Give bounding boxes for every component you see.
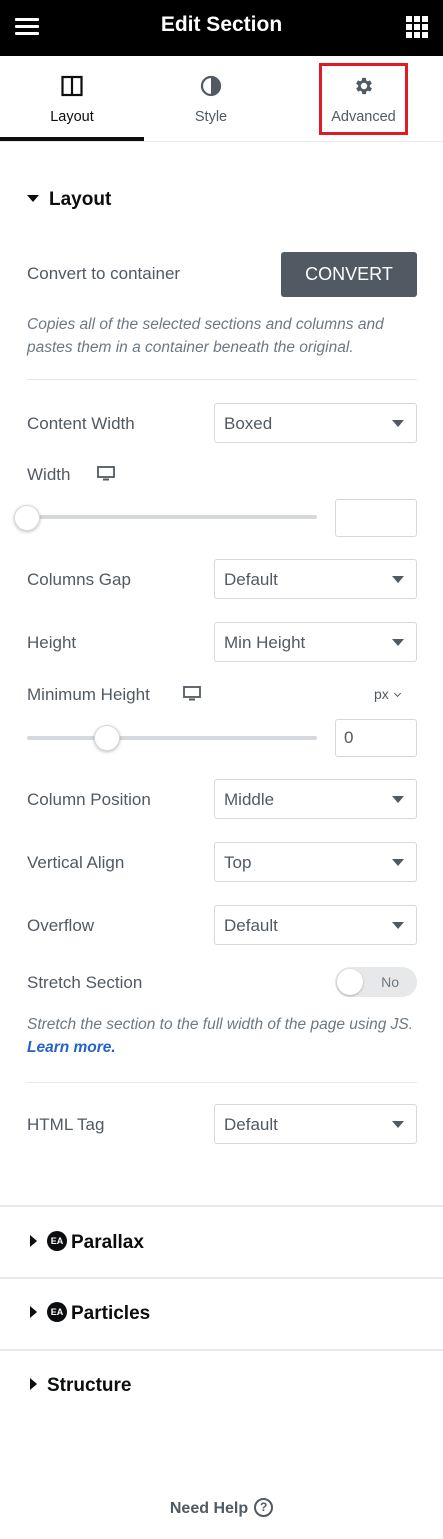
- divider: [27, 1082, 417, 1083]
- tab-style[interactable]: Style: [144, 56, 278, 142]
- section-layout-header[interactable]: Layout: [27, 189, 111, 211]
- learn-more-link[interactable]: Learn more.: [27, 1039, 116, 1056]
- ea-logo-icon: EA: [47, 1302, 67, 1323]
- width-slider-handle[interactable]: [14, 505, 40, 531]
- convert-label: Convert to container: [27, 264, 181, 283]
- stretch-section-toggle[interactable]: No: [335, 967, 417, 997]
- ea-logo-icon: EA: [47, 1231, 67, 1252]
- section-parallax-header[interactable]: EA Parallax: [27, 1231, 144, 1254]
- min-height-input[interactable]: 0: [335, 719, 417, 757]
- caret-right-icon: [30, 1306, 37, 1319]
- tab-layout[interactable]: Layout: [0, 56, 144, 142]
- need-help-link[interactable]: Need Help?: [0, 1497, 443, 1518]
- html-tag-label: HTML Tag: [27, 1115, 105, 1134]
- caret-down-icon: [27, 194, 39, 202]
- overflow-label: Overflow: [27, 916, 95, 935]
- overflow-select[interactable]: Default: [214, 905, 417, 945]
- section-structure-title: Structure: [47, 1375, 132, 1396]
- tab-layout-label: Layout: [50, 109, 94, 125]
- monitor-icon[interactable]: [97, 466, 115, 482]
- vertical-align-value: Top: [224, 853, 252, 872]
- unit-value: px: [374, 686, 389, 702]
- tab-style-label: Style: [194, 109, 228, 125]
- monitor-icon[interactable]: [183, 686, 201, 702]
- min-height-slider-track[interactable]: [27, 736, 317, 740]
- active-tab-indicator: [0, 137, 144, 141]
- height-select[interactable]: Min Height: [214, 622, 417, 662]
- toggle-knob: [337, 969, 363, 995]
- caret-right-icon: [30, 1378, 37, 1391]
- chevron-down-icon: [392, 922, 404, 929]
- height-label: Height: [27, 633, 77, 652]
- chevron-down-icon: [392, 796, 404, 803]
- columns-gap-label: Columns Gap: [27, 570, 131, 589]
- height-value: Min Height: [224, 633, 306, 652]
- section-divider: [0, 1205, 443, 1207]
- vertical-align-label: Vertical Align: [27, 853, 125, 872]
- section-divider: [0, 1277, 443, 1279]
- highlight-box: [319, 63, 408, 135]
- half-circle-icon: [200, 75, 222, 97]
- html-tag-select[interactable]: Default: [214, 1104, 417, 1144]
- stretch-section-label: Stretch Section: [27, 973, 143, 992]
- panel-title: Edit Section: [160, 13, 283, 36]
- chevron-down-icon: [392, 576, 404, 583]
- chevron-down-icon: [392, 420, 404, 427]
- width-label: Width: [27, 465, 71, 484]
- caret-right-icon: [30, 1235, 37, 1248]
- columns-gap-value: Default: [224, 570, 278, 589]
- column-position-select[interactable]: Middle: [214, 779, 417, 819]
- unit-selector[interactable]: px: [374, 686, 401, 702]
- toggle-state-label: No: [381, 974, 399, 990]
- columns-gap-select[interactable]: Default: [214, 559, 417, 599]
- overflow-value: Default: [224, 916, 278, 935]
- section-particles-header[interactable]: EA Particles: [27, 1302, 151, 1325]
- width-input[interactable]: [335, 499, 417, 537]
- convert-button[interactable]: CONVERT: [281, 252, 417, 297]
- stretch-description-text: Stretch the section to the full width of…: [27, 1016, 414, 1033]
- section-parallax-title: Parallax: [71, 1232, 144, 1253]
- min-height-label: Minimum Height: [27, 685, 150, 704]
- content-width-select[interactable]: Boxed: [214, 403, 417, 443]
- html-tag-value: Default: [224, 1115, 278, 1134]
- chevron-down-icon: [393, 689, 401, 698]
- content-width-value: Boxed: [224, 414, 273, 433]
- grid-icon[interactable]: [406, 16, 428, 38]
- vertical-align-select[interactable]: Top: [214, 842, 417, 882]
- chevron-down-icon: [392, 1121, 404, 1128]
- column-position-label: Column Position: [27, 790, 151, 809]
- column-position-value: Middle: [224, 790, 275, 809]
- header-bar: Edit Section: [0, 0, 443, 56]
- chevron-down-icon: [392, 859, 404, 866]
- convert-description: Copies all of the selected sections and …: [27, 316, 384, 356]
- need-help-label: Need Help: [169, 1500, 249, 1517]
- width-slider-track[interactable]: [27, 515, 317, 519]
- min-height-slider-handle[interactable]: [94, 725, 120, 751]
- content-width-label: Content Width: [27, 414, 135, 433]
- divider: [27, 379, 417, 380]
- chevron-down-icon: [392, 639, 404, 646]
- section-divider: [0, 1349, 443, 1351]
- section-layout-title: Layout: [49, 189, 112, 210]
- columns-icon: [61, 75, 83, 97]
- section-structure-header[interactable]: Structure: [27, 1375, 131, 1397]
- help-icon: ?: [254, 1497, 274, 1517]
- stretch-description: Stretch the section to the full width of…: [27, 1013, 422, 1059]
- section-particles-title: Particles: [71, 1303, 151, 1324]
